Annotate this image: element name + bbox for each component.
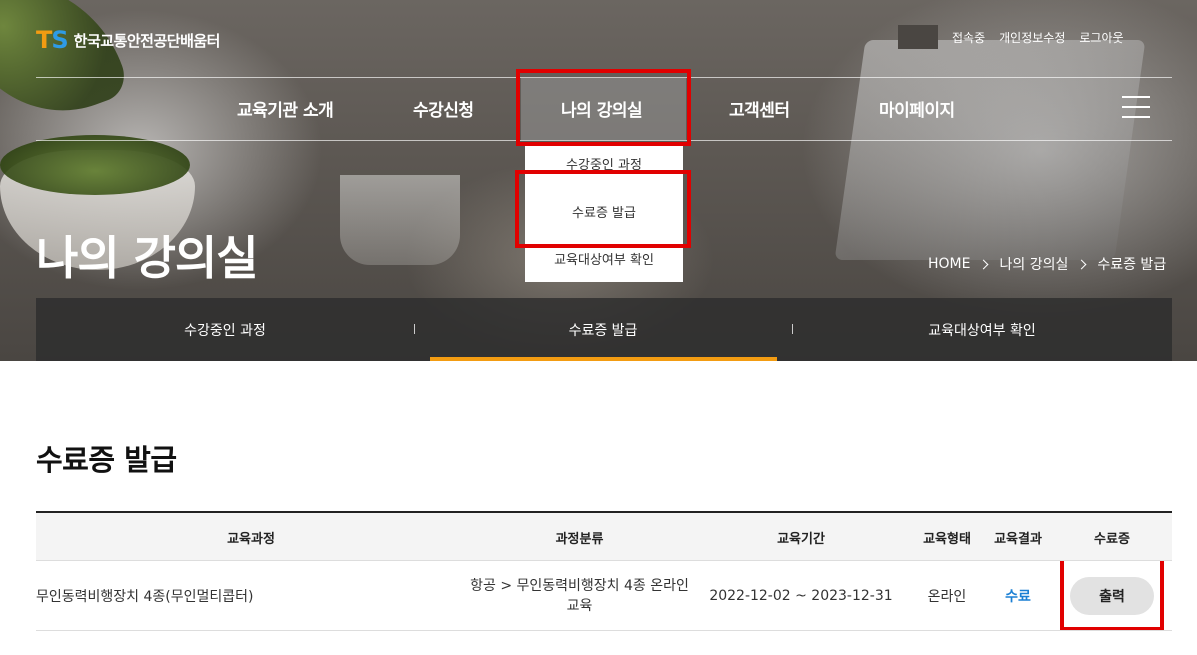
nav-item-mypage[interactable]: 마이페이지 [879,96,955,121]
subtab-divider [792,324,793,334]
header-type: 교육형태 [923,531,971,547]
table-row: 무인동력비행장치 4종(무인멀티콥터) 항공 > 무인동력비행장치 4종 온라인… [36,561,1172,631]
header-category: 과정분류 [555,531,604,547]
chevron-right-icon [979,259,989,269]
table-header: 교육과정 과정분류 교육기간 교육형태 교육결과 수료증 [36,511,1172,561]
print-certificate-button[interactable]: 출력 [1070,576,1154,615]
logo-letter-s: S [51,26,68,54]
cell-type: 온라인 [927,588,967,605]
cup-decoration [340,175,460,265]
tab-certificate[interactable]: 수료증 발급 [414,298,792,361]
edit-profile-link[interactable]: 개인정보수정 [999,29,1065,46]
certificate-table: 교육과정 과정분류 교육기간 교육형태 교육결과 수료증 무인동력비행장치 4종… [36,511,1172,631]
utility-links: 접속중 개인정보수정 로그아웃 [898,25,1173,49]
result-status: 수료 [1005,588,1031,605]
subtab-divider [414,324,415,334]
breadcrumb: HOME 나의 강의실 수료증 발급 [928,254,1166,274]
tab-eligibility-check[interactable]: 교육대상여부 확인 [792,298,1172,361]
highlight-box-nav [516,69,691,146]
ts-logo-mark: T S [36,26,69,54]
cell-certificate: 출력 [1066,561,1158,630]
site-logo[interactable]: T S 한국교통안전공단배움터 [36,26,220,54]
category-line-1: 항공 > 무인동력비행장치 4종 온라인 [470,577,689,594]
breadcrumb-current: 수료증 발급 [1097,257,1167,273]
dropdown-item-eligibility[interactable]: 교육대상여부 확인 [525,249,683,268]
hamburger-menu-icon[interactable] [1122,96,1150,120]
cell-course: 무인동력비행장치 4종(무인멀티콥터) [36,588,254,605]
header-period: 교육기간 [777,531,825,547]
breadcrumb-my-classroom[interactable]: 나의 강의실 [999,254,1068,274]
laptop-decoration [834,40,1146,260]
plant-leaf-decoration [0,0,132,140]
category-line-2: 교육 [566,597,593,614]
nav-item-enroll[interactable]: 수강신청 [413,96,474,121]
online-status-link[interactable]: 접속중 [952,29,985,46]
header-certificate: 수료증 [1094,531,1130,547]
nav-item-customer-center[interactable]: 고객센터 [729,96,790,121]
cell-period: 2022-12-02 ~ 2023-12-31 [709,587,893,604]
util-bar-block [898,25,938,49]
cell-result: 수료 [983,561,1053,630]
cell-category: 항공 > 무인동력비행장치 4종 온라인 교육 [466,561,693,630]
logo-letter-t: T [36,26,52,54]
active-tab-underline [430,357,777,361]
header-result: 교육결과 [994,531,1042,547]
chevron-right-icon [1076,259,1087,269]
header-course: 교육과정 [227,531,275,547]
page-title: 나의 강의실 [36,231,259,285]
breadcrumb-home[interactable]: HOME [928,256,970,272]
sub-tabs: 수강중인 과정 수료증 발급 교육대상여부 확인 [36,298,1172,361]
logout-link[interactable]: 로그아웃 [1079,29,1123,46]
moss-decoration [0,135,190,195]
nav-item-about[interactable]: 교육기관 소개 [237,96,334,121]
tab-in-progress[interactable]: 수강중인 과정 [36,298,414,361]
highlight-box-dropdown [515,170,691,248]
site-name: 한국교통안전공단배움터 [73,31,221,50]
section-title: 수료증 발급 [36,443,177,477]
